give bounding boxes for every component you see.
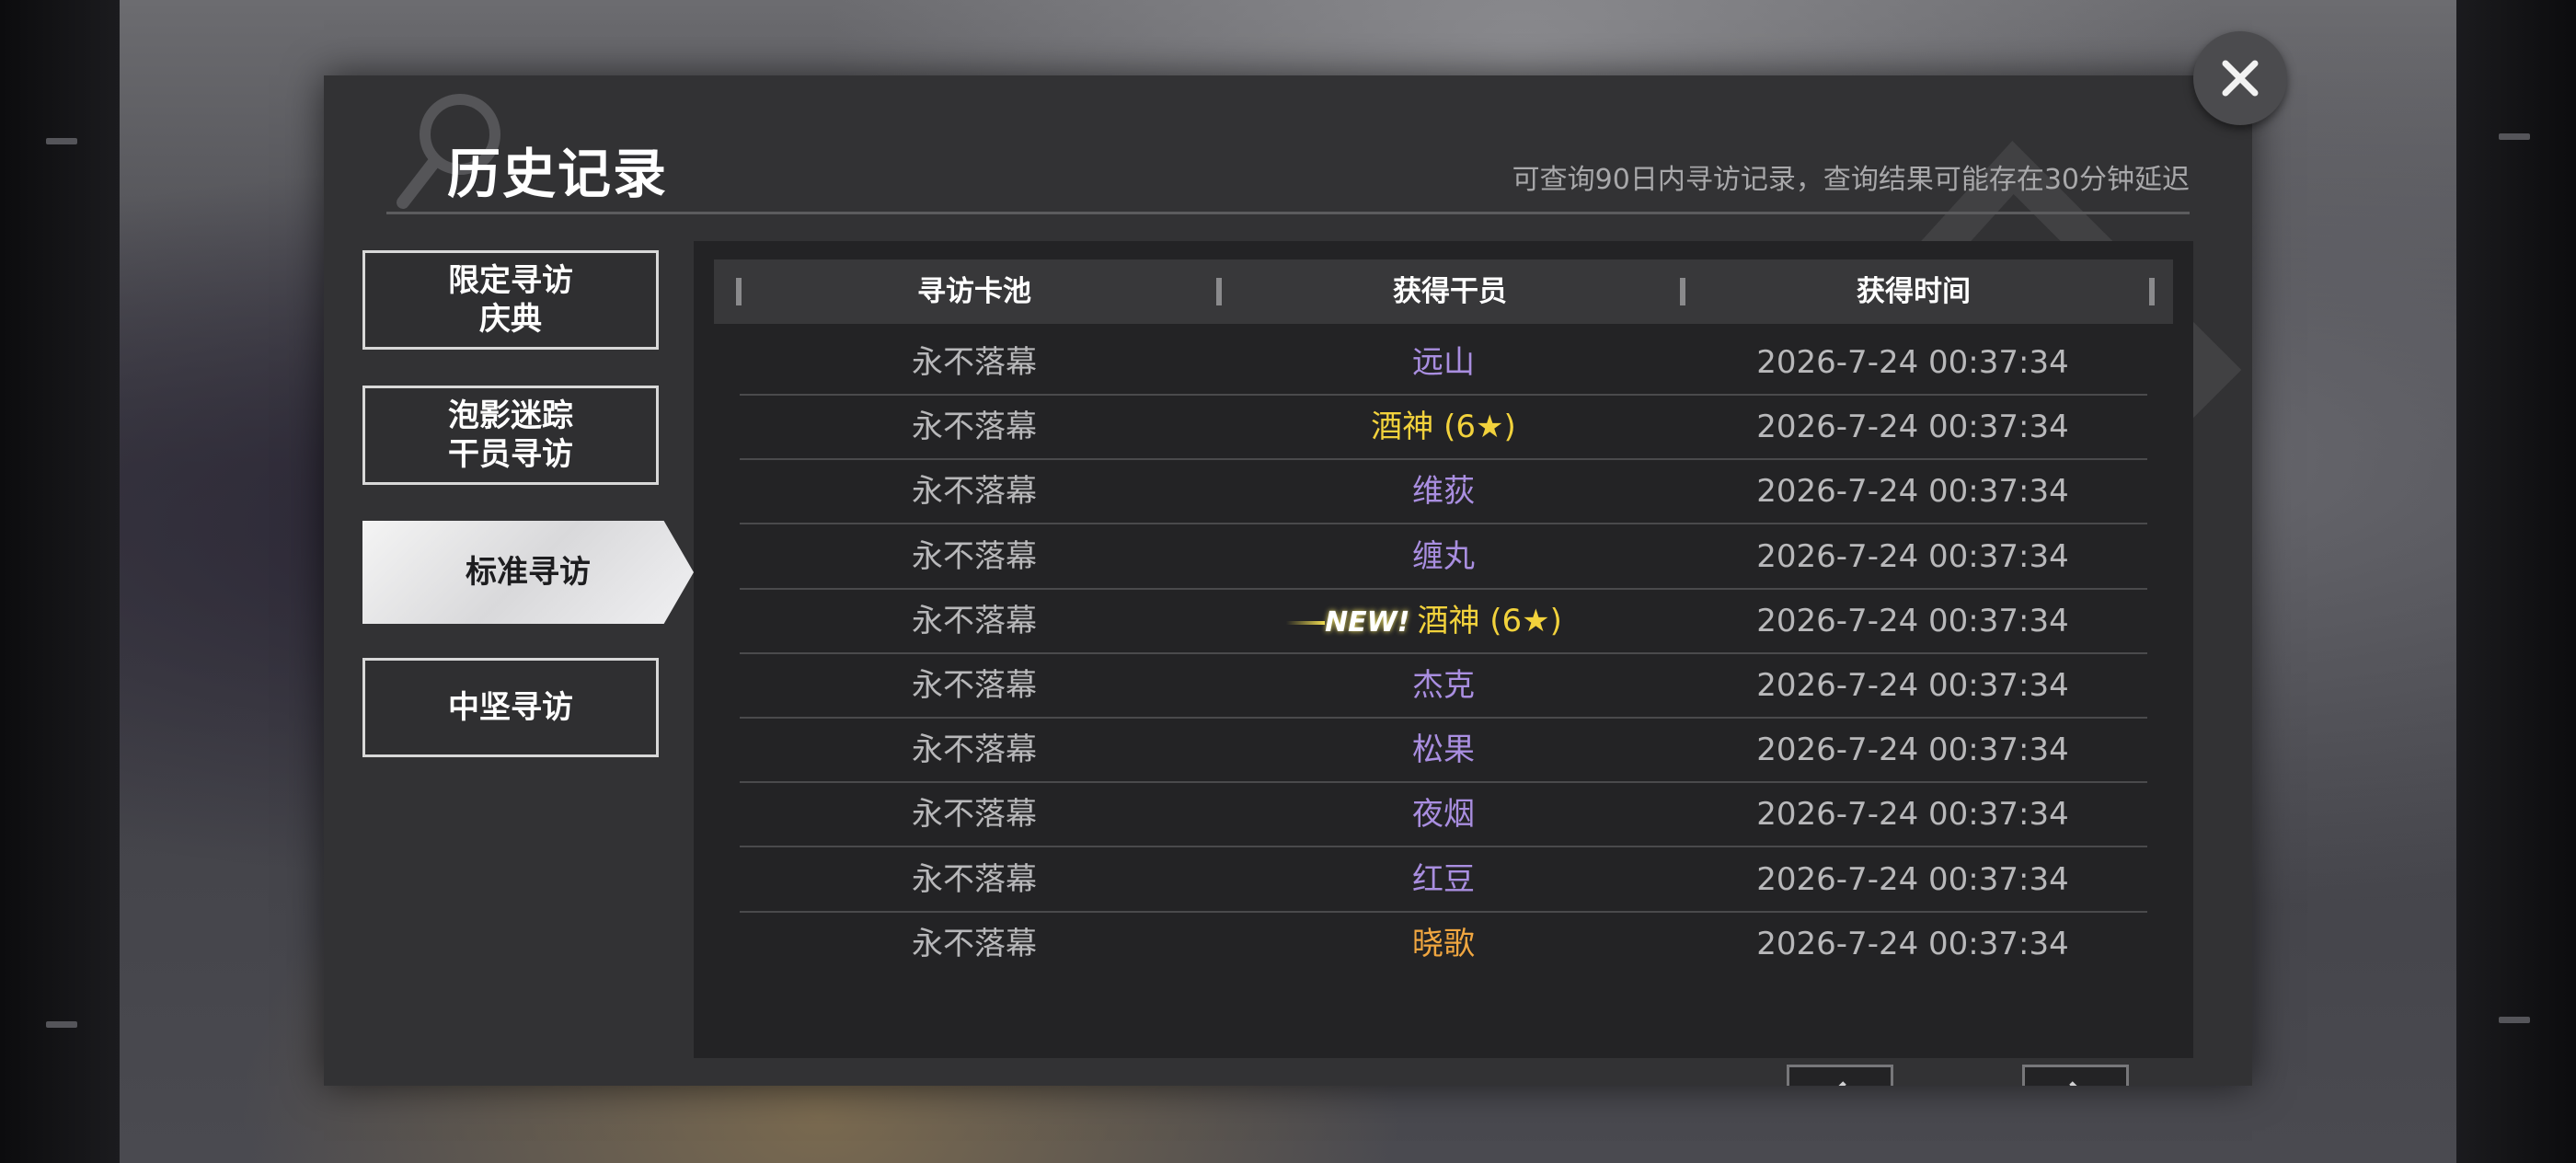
operator-cell: 远山 xyxy=(1209,331,1678,394)
right-edge-bar xyxy=(2456,0,2576,1163)
close-button[interactable] xyxy=(2193,31,2287,125)
obtained-time-cell: 2026-7-24 00:37:34 xyxy=(1756,537,2069,575)
table-row: 永不落幕 NEW! 酒神 (6★) 2026-7-24 00:37:34 xyxy=(740,590,2147,654)
obtained-time-cell: 2026-7-24 00:37:34 xyxy=(1756,667,2069,704)
chevron-right-icon xyxy=(2069,1081,2077,1086)
operator-cell: 晓歌 xyxy=(1209,913,1678,975)
table-row: 永不落幕 维荻 2026-7-24 00:37:34 xyxy=(740,460,2147,525)
tab-phantom-operator[interactable]: 泡影迷踪 干员寻访 xyxy=(362,386,659,485)
obtained-time-cell: 2026-7-24 00:37:34 xyxy=(1756,409,2069,446)
operator-name: 松果 xyxy=(1412,731,1475,769)
operator-cell: 缠丸 xyxy=(1209,525,1678,588)
table-row: 永不落幕 红豆 2026-7-24 00:37:34 xyxy=(740,848,2147,913)
column-header-operator: 获得干员 xyxy=(1393,275,1507,308)
left-edge-bar xyxy=(0,0,120,1163)
history-table: 寻访卡池 获得干员 获得时间 永不落幕 远山 2026-7-24 00:37:34 永… xyxy=(694,241,2193,1058)
operator-name: 夜烟 xyxy=(1412,796,1475,834)
next-page-button[interactable] xyxy=(2022,1065,2129,1086)
pool-name-cell: 永不落幕 xyxy=(912,344,1037,381)
history-record-dialog: 历史记录 可查询90日内寻访记录，查询结果可能存在30分钟延迟 限定寻访 庆典 … xyxy=(324,75,2252,1086)
operator-cell: 维荻 xyxy=(1209,460,1678,523)
table-row: 永不落幕 杰克 2026-7-24 00:37:34 xyxy=(740,654,2147,719)
operator-name: 酒神 (6★) xyxy=(1371,409,1516,446)
tab-standard[interactable]: 标准寻访 xyxy=(362,521,694,624)
title-divider xyxy=(386,212,2190,214)
edge-tick xyxy=(2499,1017,2530,1023)
page-title: 历史记录 xyxy=(447,143,669,205)
operator-cell: 杰克 xyxy=(1209,654,1678,717)
header-separator xyxy=(2149,278,2155,305)
table-header: 寻访卡池 获得干员 获得时间 xyxy=(714,259,2173,324)
new-badge: NEW! xyxy=(1285,592,1409,654)
obtained-time-cell: 2026-7-24 00:37:34 xyxy=(1756,602,2069,639)
prev-page-button[interactable] xyxy=(1787,1065,1893,1086)
obtained-time-cell: 2026-7-24 00:37:34 xyxy=(1756,344,2069,381)
operator-cell: NEW! 酒神 (6★) xyxy=(1209,590,1678,652)
pool-name-cell: 永不落幕 xyxy=(912,860,1037,898)
tab-core[interactable]: 中坚寻访 xyxy=(362,658,659,757)
pool-name-cell: 永不落幕 xyxy=(912,537,1037,575)
operator-name: 维荻 xyxy=(1412,473,1475,511)
operator-cell: 红豆 xyxy=(1209,848,1678,911)
query-notice: 可查询90日内寻访记录，查询结果可能存在30分钟延迟 xyxy=(1512,164,2190,196)
pool-name-cell: 永不落幕 xyxy=(912,473,1037,511)
column-header-pool: 寻访卡池 xyxy=(917,275,1031,308)
edge-tick xyxy=(46,1021,77,1028)
pool-name-cell: 永不落幕 xyxy=(912,731,1037,769)
column-header-time: 获得时间 xyxy=(1857,275,1971,308)
operator-name: 远山 xyxy=(1412,344,1475,381)
pool-name-cell: 永不落幕 xyxy=(912,796,1037,834)
table-row: 永不落幕 缠丸 2026-7-24 00:37:34 xyxy=(740,525,2147,590)
operator-name: 缠丸 xyxy=(1412,537,1475,575)
pool-name-cell: 永不落幕 xyxy=(912,925,1037,962)
table-row: 永不落幕 松果 2026-7-24 00:37:34 xyxy=(740,719,2147,784)
table-row: 永不落幕 夜烟 2026-7-24 00:37:34 xyxy=(740,783,2147,848)
obtained-time-cell: 2026-7-24 00:37:34 xyxy=(1756,473,2069,511)
pool-name-cell: 永不落幕 xyxy=(912,602,1037,639)
operator-cell: 夜烟 xyxy=(1209,783,1678,846)
obtained-time-cell: 2026-7-24 00:37:34 xyxy=(1756,925,2069,962)
operator-cell: 酒神 (6★) xyxy=(1209,396,1678,458)
chevron-left-icon xyxy=(1838,1081,1846,1086)
operator-cell: 松果 xyxy=(1209,719,1678,781)
operator-name: 杰克 xyxy=(1412,667,1475,704)
pool-name-cell: 永不落幕 xyxy=(912,409,1037,446)
operator-name: 红豆 xyxy=(1412,860,1475,898)
table-row: 永不落幕 远山 2026-7-24 00:37:34 xyxy=(740,331,2147,396)
close-icon xyxy=(2222,60,2259,97)
operator-name: 酒神 (6★) xyxy=(1417,602,1562,639)
obtained-time-cell: 2026-7-24 00:37:34 xyxy=(1756,796,2069,834)
table-row: 永不落幕 晓歌 2026-7-24 00:37:34 xyxy=(740,913,2147,977)
tab-limited-celebration[interactable]: 限定寻访 庆典 xyxy=(362,250,659,350)
obtained-time-cell: 2026-7-24 00:37:34 xyxy=(1756,731,2069,769)
edge-tick xyxy=(46,138,77,144)
edge-tick xyxy=(2499,133,2530,140)
obtained-time-cell: 2026-7-24 00:37:34 xyxy=(1756,860,2069,898)
table-row: 永不落幕 酒神 (6★) 2026-7-24 00:37:34 xyxy=(740,396,2147,461)
operator-name: 晓歌 xyxy=(1412,925,1475,962)
pool-name-cell: 永不落幕 xyxy=(912,667,1037,704)
page-number: 1 xyxy=(2226,1060,2252,1086)
